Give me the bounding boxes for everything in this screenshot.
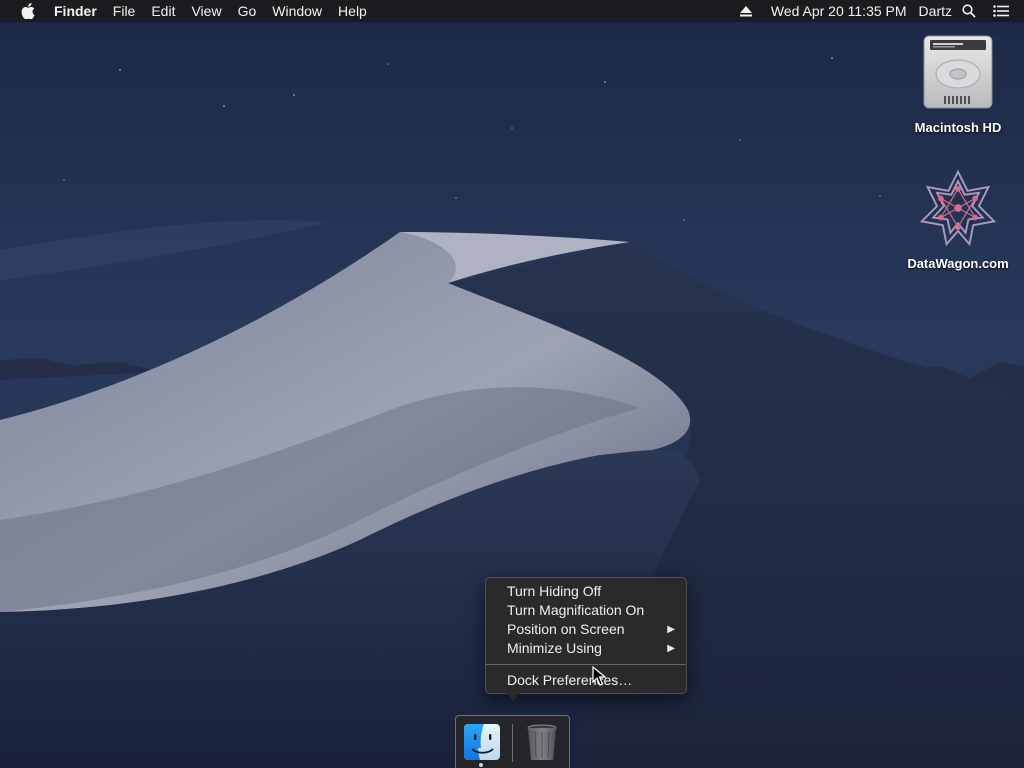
running-indicator <box>479 763 483 767</box>
user-menu[interactable]: Dartz <box>913 0 958 22</box>
hard-drive-icon <box>918 30 998 114</box>
menu-item-position-on-screen[interactable]: Position on Screen ▶ <box>486 620 686 639</box>
menu-item-turn-hiding-off[interactable]: Turn Hiding Off <box>486 582 686 601</box>
menu-view[interactable]: View <box>183 0 229 22</box>
dock-divider <box>512 724 513 762</box>
menu-item-label: Position on Screen <box>507 621 625 637</box>
menu-item-label: Dock Preferences… <box>507 672 633 688</box>
menu-separator <box>486 664 686 665</box>
menu-item-minimize-using[interactable]: Minimize Using ▶ <box>486 639 686 658</box>
menu-file[interactable]: File <box>105 0 144 22</box>
dock <box>455 715 570 768</box>
notification-center-icon[interactable] <box>990 0 1012 22</box>
desktop-icon-label: DataWagon.com <box>907 256 1009 271</box>
mouse-cursor-icon <box>592 666 606 686</box>
menu-item-label: Turn Magnification On <box>507 602 645 618</box>
context-menu-pointer <box>505 692 521 701</box>
menu-item-turn-magnification-on[interactable]: Turn Magnification On <box>486 601 686 620</box>
menu-item-dock-preferences[interactable]: Dock Preferences… <box>486 671 686 690</box>
desktop-icon-label: Macintosh HD <box>914 120 1002 135</box>
search-icon[interactable] <box>958 0 980 22</box>
submenu-arrow-icon: ▶ <box>667 624 675 635</box>
menu-app-finder[interactable]: Finder <box>46 0 105 22</box>
dock-context-menu: Turn Hiding Off Turn Magnification On Po… <box>485 577 687 694</box>
menu-window[interactable]: Window <box>264 0 330 22</box>
desktop-icon-macintosh-hd[interactable]: Macintosh HD <box>903 30 1013 135</box>
eject-icon[interactable] <box>735 0 757 22</box>
network-volume-icon <box>918 166 998 250</box>
menu-bar-status: Wed Apr 20 11:35 PM Dartz <box>735 0 1024 22</box>
dock-app-trash[interactable] <box>522 722 562 762</box>
desktop-icon-datawagon[interactable]: DataWagon.com <box>903 166 1013 271</box>
menu-go[interactable]: Go <box>230 0 265 22</box>
clock[interactable]: Wed Apr 20 11:35 PM <box>765 0 913 22</box>
menu-item-label: Minimize Using <box>507 640 602 656</box>
menu-bar-left: Finder File Edit View Go Window Help <box>0 0 375 22</box>
dock-app-finder[interactable] <box>462 722 502 762</box>
submenu-arrow-icon: ▶ <box>667 643 675 654</box>
apple-icon[interactable] <box>18 0 38 22</box>
menu-item-label: Turn Hiding Off <box>507 583 602 599</box>
menu-help[interactable]: Help <box>330 0 375 22</box>
menu-edit[interactable]: Edit <box>143 0 183 22</box>
finder-icon <box>464 724 500 760</box>
trash-icon <box>527 724 557 760</box>
menu-bar: Finder File Edit View Go Window Help Wed… <box>0 0 1024 22</box>
